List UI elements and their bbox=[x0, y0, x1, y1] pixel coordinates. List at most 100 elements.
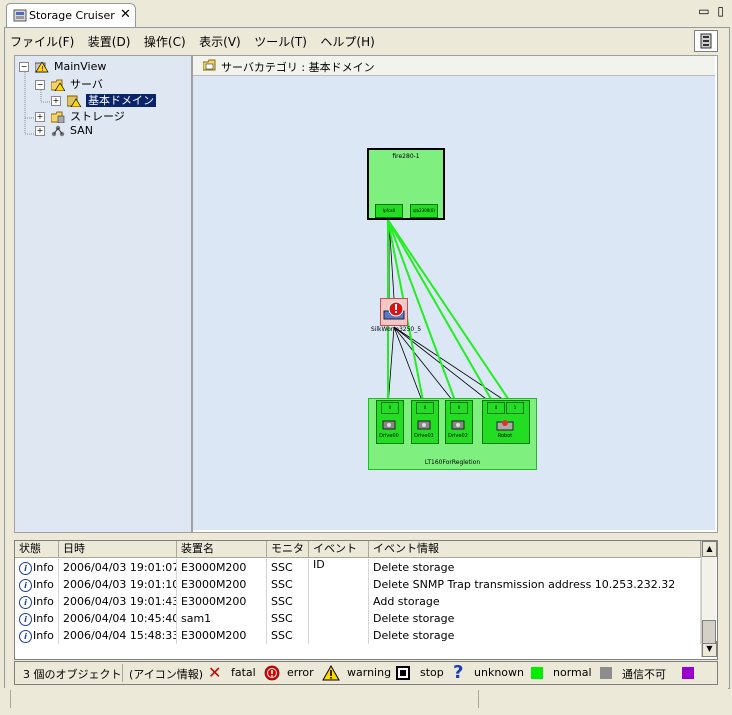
icon-info-label: (アイコン情報) bbox=[129, 668, 204, 681]
device-cell: E3000M200 bbox=[177, 576, 267, 593]
monitor-cell: SSC bbox=[267, 576, 309, 593]
status-cell: i Info bbox=[15, 627, 59, 644]
unreachable-color-swatch bbox=[600, 667, 612, 679]
table-row[interactable]: i Info 2006/04/03 19:01:10 E3000M200 SSC … bbox=[15, 576, 701, 593]
drive-02-icon bbox=[451, 420, 465, 430]
collapse-icon[interactable]: − bbox=[19, 62, 29, 72]
menu-view[interactable]: 表示(V) bbox=[199, 32, 241, 52]
server-port-1[interactable]: qla2300(0) bbox=[410, 204, 438, 218]
menu-tools[interactable]: ツール(T) bbox=[254, 32, 307, 52]
status-text: Info bbox=[33, 595, 54, 608]
tab-title: Storage Cruiser bbox=[29, 9, 115, 22]
datetime-cell: 2006/04/04 15:48:33 bbox=[59, 627, 177, 644]
library-port-2[interactable]: 0 bbox=[450, 402, 468, 414]
menu-help[interactable]: ヘルプ(H) bbox=[320, 32, 374, 52]
column-header-datetime[interactable]: 日時 bbox=[59, 541, 177, 557]
status-cell: i Info bbox=[15, 593, 59, 610]
switch-node[interactable] bbox=[380, 298, 408, 326]
status-text: Info bbox=[33, 561, 54, 574]
table-row[interactable]: i Info 2006/04/04 15:48:33 E3000M200 SSC … bbox=[15, 627, 701, 644]
status-text: Info bbox=[33, 629, 54, 642]
monitor-cell: SSC bbox=[267, 627, 309, 644]
server-node-label: fire280-1 bbox=[392, 153, 420, 160]
drive-02-label: Drive02 bbox=[448, 433, 468, 439]
topology-canvas[interactable]: fire280-1 lpfca0 qla2300(0) SilkWorm3250… bbox=[193, 76, 715, 530]
event-info-cell: Delete storage bbox=[369, 627, 701, 644]
device-cell: E3000M200 bbox=[177, 593, 267, 610]
tree-node-mainview[interactable]: − ! MainView bbox=[19, 60, 106, 73]
column-header-event-id[interactable]: イベントID bbox=[309, 541, 369, 571]
menu-file[interactable]: ファイル(F) bbox=[10, 32, 74, 52]
purple-color-swatch bbox=[682, 667, 694, 679]
window-controls[interactable]: ▭ ▯ bbox=[698, 4, 726, 18]
event-id-cell bbox=[309, 593, 369, 610]
event-id-cell bbox=[309, 576, 369, 593]
datetime-cell: 2006/04/03 19:01:07 bbox=[59, 559, 177, 576]
storage-cruiser-icon bbox=[13, 9, 27, 22]
server-folder-warning-icon bbox=[50, 79, 65, 91]
library-port-0[interactable]: 0 bbox=[381, 402, 399, 414]
event-info-cell: Delete storage bbox=[369, 559, 701, 576]
device-cell: E3000M200 bbox=[177, 627, 267, 644]
info-icon: i bbox=[19, 595, 32, 609]
error-icon bbox=[264, 665, 280, 681]
normal-color-swatch bbox=[531, 667, 543, 679]
server-port-0[interactable]: lpfca0 bbox=[375, 204, 403, 218]
collapse-icon[interactable]: − bbox=[35, 80, 45, 90]
status-bar bbox=[4, 688, 728, 712]
stop-icon bbox=[396, 666, 410, 680]
library-port-3[interactable]: 0 bbox=[487, 402, 505, 414]
event-id-cell bbox=[309, 610, 369, 627]
tree-node-storage[interactable]: + ストレージ bbox=[35, 108, 125, 124]
library-port-1[interactable]: 0 bbox=[416, 402, 434, 414]
expand-icon[interactable]: + bbox=[35, 112, 45, 122]
toolbar-server-button[interactable] bbox=[694, 30, 718, 52]
column-header-device[interactable]: 装置名 bbox=[177, 541, 267, 557]
graph-header: サーバカテゴリ : 基本ドメイン bbox=[193, 56, 715, 76]
tree-node-domain[interactable]: + 基本ドメイン bbox=[51, 92, 156, 108]
datetime-cell: 2006/04/03 19:01:10 bbox=[59, 576, 177, 593]
switch-error-icon bbox=[383, 301, 405, 320]
legend-divider bbox=[122, 664, 123, 682]
drive-01-label: Drive01 bbox=[414, 433, 434, 439]
svg-text:!: ! bbox=[41, 65, 44, 73]
san-network-icon bbox=[51, 125, 64, 137]
legend-stop: stop bbox=[420, 666, 444, 679]
datetime-cell: 2006/04/04 10:45:40 bbox=[59, 610, 177, 627]
fatal-icon: ✕ bbox=[208, 663, 222, 682]
library-port-4[interactable]: 1 bbox=[506, 402, 524, 414]
event-table-header: 状態 日時 装置名 モニタ イベントID イベント情報 bbox=[15, 541, 701, 571]
menu-device[interactable]: 装置(D) bbox=[88, 32, 131, 52]
column-header-monitor[interactable]: モニタ bbox=[267, 541, 309, 557]
table-row[interactable]: i Info 2006/04/03 19:01:07 E3000M200 SSC … bbox=[15, 559, 701, 576]
column-header-status[interactable]: 状態 bbox=[15, 541, 59, 557]
status-divider bbox=[478, 690, 479, 708]
legend-warning: warning bbox=[347, 666, 392, 679]
expand-icon[interactable]: + bbox=[35, 126, 45, 136]
scroll-thumb[interactable] bbox=[702, 620, 716, 644]
device-cell: E3000M200 bbox=[177, 559, 267, 576]
tree-label-mainview: MainView bbox=[54, 60, 107, 73]
legend-normal: normal bbox=[553, 666, 592, 679]
close-tab-icon[interactable]: ✕ bbox=[120, 7, 131, 22]
storage-cruiser-tab[interactable]: Storage Cruiser ✕ bbox=[6, 3, 136, 28]
datetime-cell: 2006/04/03 19:01:43 bbox=[59, 593, 177, 610]
table-row[interactable]: i Info 2006/04/03 19:01:43 E3000M200 SSC … bbox=[15, 593, 701, 610]
drive-00-icon bbox=[382, 420, 396, 430]
expand-icon[interactable]: + bbox=[51, 96, 61, 106]
legend-unknown: unknown bbox=[474, 666, 524, 679]
tree-node-san[interactable]: + SAN bbox=[35, 124, 93, 137]
menu-operation[interactable]: 操作(C) bbox=[144, 32, 186, 52]
status-divider bbox=[10, 690, 11, 708]
table-row[interactable]: i Info 2006/04/04 10:45:40 sam1 SSC Delet… bbox=[15, 610, 701, 627]
scroll-up-button[interactable]: ▲ bbox=[702, 541, 717, 557]
tree-node-server[interactable]: − サーバ bbox=[35, 76, 103, 92]
device-cell: sam1 bbox=[177, 610, 267, 627]
graph-title: サーバカテゴリ : 基本ドメイン bbox=[221, 61, 375, 74]
status-cell: i Info bbox=[15, 559, 59, 576]
object-count: 3 個のオブジェクト bbox=[23, 668, 122, 681]
column-header-event-info[interactable]: イベント情報 bbox=[369, 541, 701, 557]
status-text: Info bbox=[33, 578, 54, 591]
warning-icon bbox=[322, 665, 340, 681]
domain-warning-icon bbox=[66, 95, 81, 107]
